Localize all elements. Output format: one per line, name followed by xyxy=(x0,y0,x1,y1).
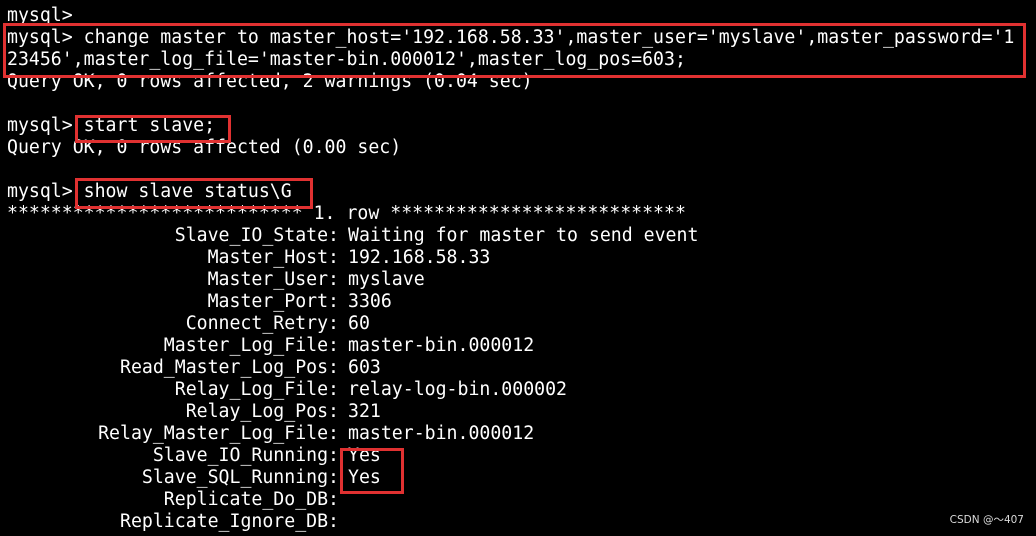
field-name-wrap: Master_Host: xyxy=(0,247,339,269)
field-name-wrap: Relay_Log_Pos: xyxy=(0,401,339,423)
mysql-prompt: mysql> xyxy=(7,115,73,136)
mysql-prompt: mysql> xyxy=(7,5,73,26)
show-slave-status-prompt: mysql> show slave status\G xyxy=(7,181,292,203)
terminal-window[interactable]: mysql> mysql> change master to master_ho… xyxy=(0,0,1036,536)
field-name: Relay_Log_Pos: xyxy=(185,401,339,422)
show-slave-status-command: show slave status\G xyxy=(83,181,292,202)
field-value: master-bin.000012 xyxy=(348,335,535,356)
field-name-wrap: Connect_Retry: xyxy=(0,313,339,335)
status-field-row: Replicate_Ignore_DB: xyxy=(0,511,1036,533)
status-field-row: Master_Log_File: master-bin.000012 xyxy=(0,335,1036,357)
row-header: *************************** 1. row *****… xyxy=(7,203,686,224)
change-master-command-line1: mysql> change master to master_host='192… xyxy=(7,27,1015,48)
field-name: Master_User: xyxy=(207,269,339,290)
field-name-wrap: Read_Master_Log_Pos: xyxy=(0,357,339,379)
query-result: Query OK, 0 rows affected, 2 warnings (0… xyxy=(7,71,533,92)
status-field-row: Replicate_Do_DB: xyxy=(0,489,1036,511)
field-value: relay-log-bin.000002 xyxy=(348,379,567,400)
status-field-row: Connect_Retry: 60 xyxy=(0,313,1036,335)
status-field-row: Relay_Log_Pos: 321 xyxy=(0,401,1036,423)
field-name-wrap: Master_Log_File: xyxy=(0,335,339,357)
status-field-row: Read_Master_Log_Pos: 603 xyxy=(0,357,1036,379)
field-name: Slave_IO_State: xyxy=(174,225,339,246)
field-value: 60 xyxy=(348,313,370,334)
field-value: 192.168.58.33 xyxy=(348,247,491,268)
field-name-wrap: Replicate_Ignore_DB: xyxy=(0,511,339,533)
start-slave-prompt: mysql> start slave; xyxy=(7,115,215,137)
watermark: CSDN @～407 xyxy=(949,514,1024,526)
field-name: Slave_SQL_Running: xyxy=(141,467,339,488)
status-field-row: Slave_IO_State: Waiting for master to sen… xyxy=(0,225,1036,247)
status-field-row: Master_User: myslave xyxy=(0,269,1036,291)
field-name-wrap: Master_Port: xyxy=(0,291,339,313)
field-value: Yes xyxy=(348,467,381,488)
field-name: Slave_IO_Running: xyxy=(152,445,339,466)
field-name-wrap: Slave_IO_Running: xyxy=(0,445,339,467)
field-name: Replicate_Ignore_DB: xyxy=(120,511,339,532)
field-name: Relay_Log_File: xyxy=(174,379,339,400)
field-name-wrap: Slave_SQL_Running: xyxy=(0,467,339,489)
field-name-wrap: Replicate_Do_DB: xyxy=(0,489,339,511)
field-value: master-bin.000012 xyxy=(348,423,535,444)
field-name: Read_Master_Log_Pos: xyxy=(120,357,339,378)
field-name-wrap: Slave_IO_State: xyxy=(0,225,339,247)
status-field-row: Relay_Master_Log_File: master-bin.000012 xyxy=(0,423,1036,445)
field-value: 603 xyxy=(348,357,381,378)
status-field-row: Slave_IO_Running: Yes xyxy=(0,445,1036,467)
mysql-prompt: mysql> xyxy=(7,181,73,202)
start-slave-command: start slave; xyxy=(83,115,216,136)
field-value: Waiting for master to send event xyxy=(348,225,699,246)
field-value: Yes xyxy=(348,445,381,466)
field-name: Relay_Master_Log_File: xyxy=(98,423,339,444)
field-name-wrap: Master_User: xyxy=(0,269,339,291)
field-name: Master_Host: xyxy=(207,247,339,268)
query-result: Query OK, 0 rows affected (0.00 sec) xyxy=(7,137,402,158)
field-name: Master_Log_File: xyxy=(163,335,339,356)
status-field-row: Master_Port: 3306 xyxy=(0,291,1036,313)
field-name: Master_Port: xyxy=(207,291,339,312)
field-value: myslave xyxy=(348,269,425,290)
change-master-command-line2: 23456',master_log_file='master-bin.00001… xyxy=(7,49,686,70)
field-value: 321 xyxy=(348,401,381,422)
field-name: Replicate_Do_DB: xyxy=(163,489,339,510)
status-field-row: Relay_Log_File: relay-log-bin.000002 xyxy=(0,379,1036,401)
field-name-wrap: Relay_Master_Log_File: xyxy=(0,423,339,445)
status-field-row: Master_Host: 192.168.58.33 xyxy=(0,247,1036,269)
field-name: Connect_Retry: xyxy=(185,313,339,334)
field-name-wrap: Relay_Log_File: xyxy=(0,379,339,401)
status-field-row: Slave_SQL_Running: Yes xyxy=(0,467,1036,489)
field-value: 3306 xyxy=(348,291,392,312)
